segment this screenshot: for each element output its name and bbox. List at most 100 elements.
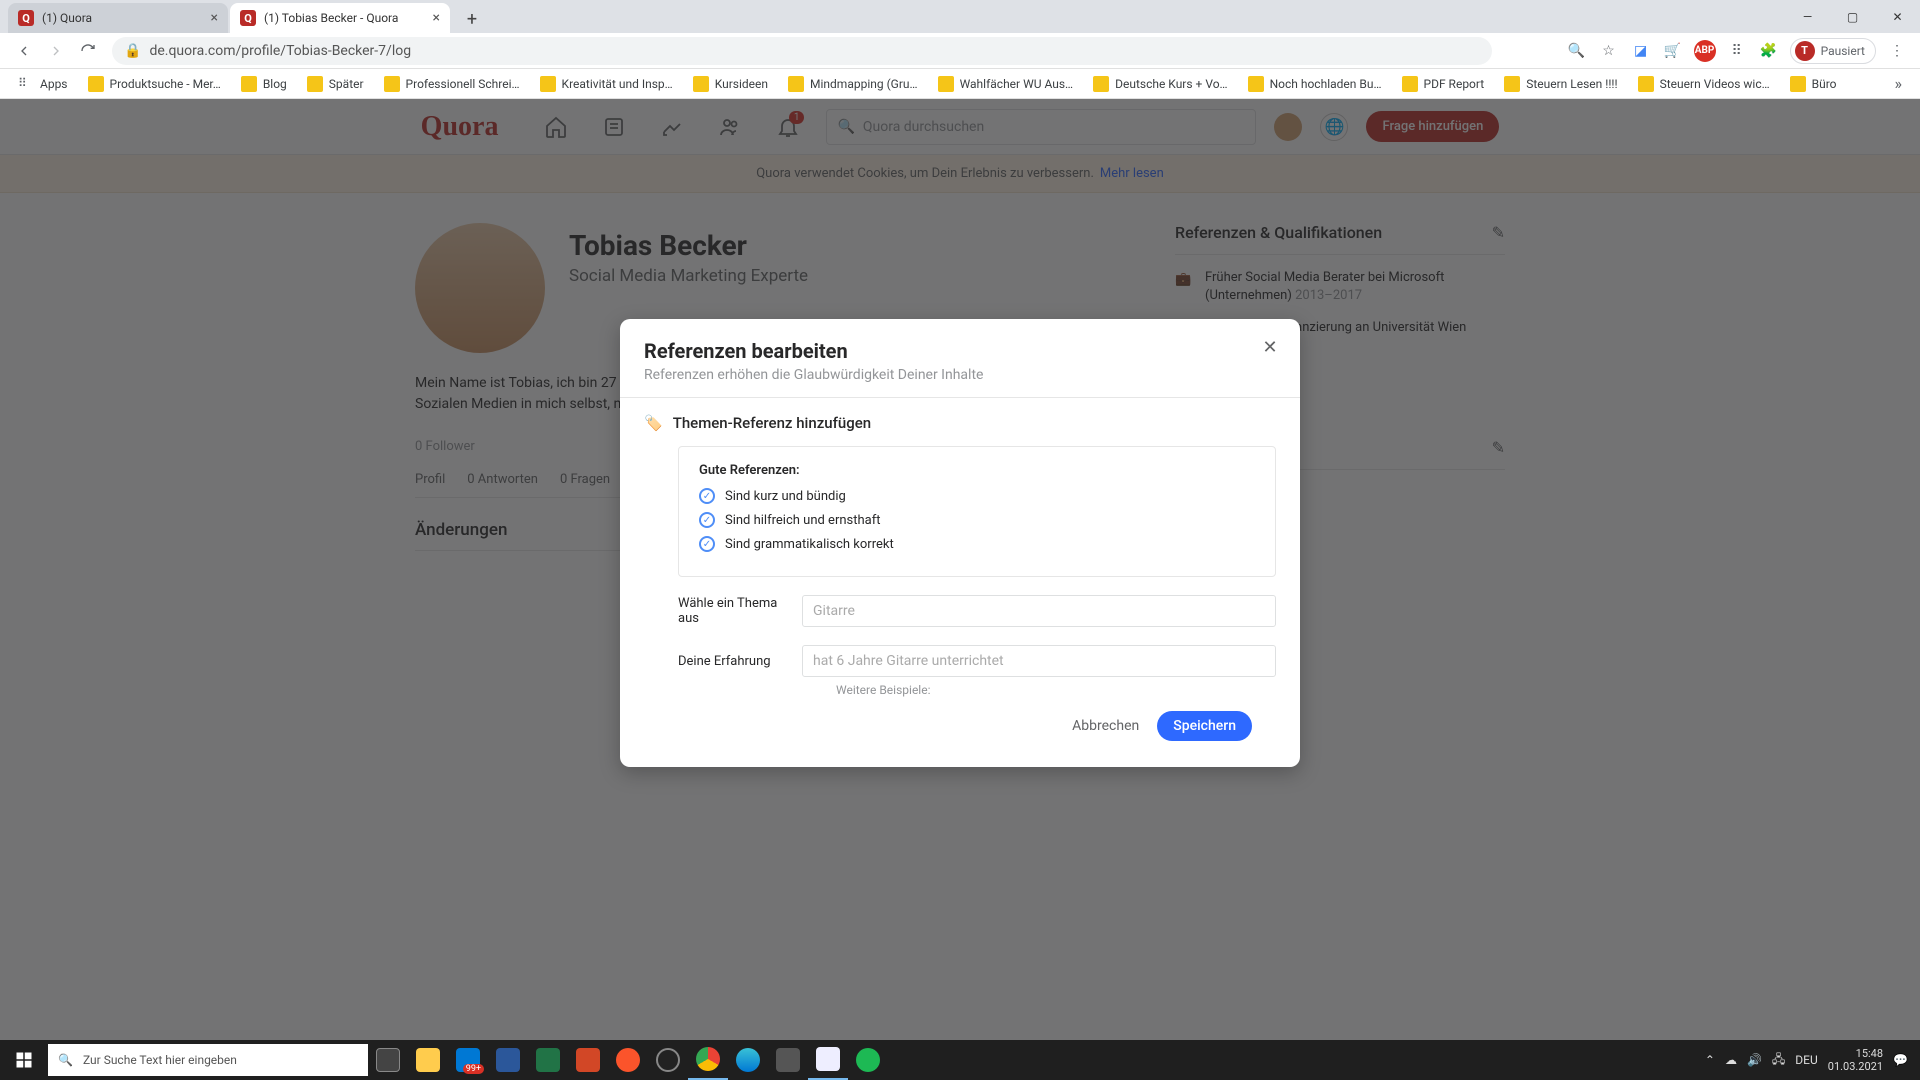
bookmark-star-icon[interactable]: ☆ xyxy=(1598,40,1620,62)
window-minimize[interactable]: — xyxy=(1785,0,1830,33)
apps-icon: ⠿ xyxy=(18,76,34,92)
browser-tab-active[interactable]: Q (1) Tobias Becker - Quora × xyxy=(230,3,450,33)
reader-icon[interactable] xyxy=(768,1040,808,1080)
check-icon: ✓ xyxy=(699,512,715,528)
modal-close-button[interactable]: ✕ xyxy=(1256,333,1284,361)
browser-tab[interactable]: Q (1) Quora × xyxy=(8,3,228,33)
folder-icon xyxy=(384,76,400,92)
topic-icon: 🏷️ xyxy=(644,414,663,432)
window-close[interactable]: ✕ xyxy=(1875,0,1920,33)
bookmark-item[interactable]: Noch hochladen Bu… xyxy=(1240,72,1390,96)
bookmark-item[interactable]: Kreativität und Insp… xyxy=(532,72,681,96)
bookmark-item[interactable]: Büro xyxy=(1782,72,1845,96)
topic-input[interactable] xyxy=(802,595,1276,627)
tray-wifi-icon[interactable]: 🖧 xyxy=(1772,1050,1785,1071)
url-text: de.quora.com/profile/Tobias-Becker-7/log xyxy=(149,43,411,59)
page-viewport: Quora 1 🔍 Quora durchsuchen 🌐 Frage hinz… xyxy=(0,99,1920,1040)
tab-title: (1) Quora xyxy=(42,11,92,25)
extension-qr-icon[interactable]: ⠿ xyxy=(1726,40,1748,62)
bookmark-item[interactable]: Wahlfächer WU Aus… xyxy=(930,72,1082,96)
zoom-icon[interactable]: 🔍 xyxy=(1566,40,1588,62)
add-topic-heading: 🏷️ Themen-Referenz hinzufügen xyxy=(644,414,1276,432)
bookmark-item[interactable]: Blog xyxy=(233,72,295,96)
start-button[interactable] xyxy=(0,1040,48,1080)
nav-reload-button[interactable] xyxy=(74,37,102,65)
check-icon: ✓ xyxy=(699,488,715,504)
taskbar-search[interactable]: 🔍 Zur Suche Text hier eingeben xyxy=(48,1044,368,1076)
obs-icon[interactable] xyxy=(648,1040,688,1080)
lock-icon: 🔒 xyxy=(124,43,141,59)
window-maximize[interactable]: ▢ xyxy=(1830,0,1875,33)
modal-subtitle: Referenzen erhöhen die Glaubwürdigkeit D… xyxy=(644,367,1276,383)
bookmark-item[interactable]: Kursideen xyxy=(685,72,776,96)
nav-back-button[interactable] xyxy=(10,37,38,65)
folder-icon xyxy=(1504,76,1520,92)
tray-volume-icon[interactable]: 🔊 xyxy=(1747,1053,1762,1067)
cancel-button[interactable]: Abbrechen xyxy=(1072,718,1139,734)
tray-cloud-icon[interactable]: ☁ xyxy=(1725,1053,1737,1067)
close-icon[interactable]: × xyxy=(211,10,218,26)
bookmark-item[interactable]: Produktsuche - Mer… xyxy=(80,72,229,96)
tips-box: Gute Referenzen: ✓Sind kurz und bündig ✓… xyxy=(678,446,1276,577)
word-icon[interactable] xyxy=(488,1040,528,1080)
window-controls: — ▢ ✕ xyxy=(1785,0,1920,33)
brave-icon[interactable] xyxy=(608,1040,648,1080)
search-icon: 🔍 xyxy=(58,1053,73,1067)
tray-clock[interactable]: 15:48 01.03.2021 xyxy=(1828,1047,1883,1073)
check-icon: ✓ xyxy=(699,536,715,552)
spotify-icon[interactable] xyxy=(848,1040,888,1080)
tip-item: ✓Sind grammatikalisch korrekt xyxy=(699,536,1255,552)
profile-avatar-icon: T xyxy=(1795,41,1815,61)
bookmark-item[interactable]: Professionell Schrei… xyxy=(376,72,528,96)
browser-menu-icon[interactable]: ⋮ xyxy=(1886,40,1908,62)
folder-icon xyxy=(1638,76,1654,92)
new-tab-button[interactable]: + xyxy=(458,5,486,33)
bookmarks-bar: ⠿Apps Produktsuche - Mer…BlogSpäterProfe… xyxy=(0,69,1920,99)
bookmark-item[interactable]: Später xyxy=(299,72,372,96)
browser-toolbar: 🔒 de.quora.com/profile/Tobias-Becker-7/l… xyxy=(0,33,1920,69)
folder-icon xyxy=(540,76,556,92)
save-button[interactable]: Speichern xyxy=(1157,711,1252,741)
edge-icon[interactable] xyxy=(728,1040,768,1080)
browser-profile-button[interactable]: T Pausiert xyxy=(1790,38,1876,64)
folder-icon xyxy=(1093,76,1109,92)
powerpoint-icon[interactable] xyxy=(568,1040,608,1080)
more-examples-label: Weitere Beispiele: xyxy=(836,683,1276,697)
bookmarks-overflow[interactable]: » xyxy=(1887,70,1911,97)
apps-button[interactable]: ⠿Apps xyxy=(10,72,76,96)
tray-notifications-icon[interactable]: 💬 xyxy=(1893,1053,1908,1067)
extension-cart-icon[interactable]: 🛒 xyxy=(1662,40,1684,62)
edit-credentials-modal: Referenzen bearbeiten Referenzen erhöhen… xyxy=(620,319,1300,767)
profile-state: Pausiert xyxy=(1821,44,1865,58)
extensions-puzzle-icon[interactable]: 🧩 xyxy=(1758,40,1780,62)
address-bar[interactable]: 🔒 de.quora.com/profile/Tobias-Becker-7/l… xyxy=(112,37,1492,65)
experience-input[interactable] xyxy=(802,645,1276,677)
folder-icon xyxy=(1790,76,1806,92)
modal-overlay[interactable]: Referenzen bearbeiten Referenzen erhöhen… xyxy=(0,99,1920,1040)
bookmark-item[interactable]: Deutsche Kurs + Vo… xyxy=(1085,72,1235,96)
extension-icon[interactable]: ◪ xyxy=(1630,40,1652,62)
mail-icon[interactable]: 99+ xyxy=(448,1040,488,1080)
bookmark-item[interactable]: PDF Report xyxy=(1394,72,1493,96)
explorer-icon[interactable] xyxy=(408,1040,448,1080)
bookmark-item[interactable]: Mindmapping (Gru… xyxy=(780,72,926,96)
tray-language[interactable]: DEU xyxy=(1795,1053,1817,1067)
quora-favicon: Q xyxy=(18,10,34,26)
task-view-icon[interactable] xyxy=(368,1040,408,1080)
folder-icon xyxy=(88,76,104,92)
adblock-icon[interactable]: ABP xyxy=(1694,40,1716,62)
folder-icon xyxy=(1402,76,1418,92)
excel-icon[interactable] xyxy=(528,1040,568,1080)
bookmark-item[interactable]: Steuern Videos wic… xyxy=(1630,72,1778,96)
chrome-icon[interactable] xyxy=(688,1040,728,1080)
bookmark-item[interactable]: Steuern Lesen !!!! xyxy=(1496,72,1625,96)
tray-chevron-icon[interactable]: ⌃ xyxy=(1705,1053,1715,1067)
folder-icon xyxy=(693,76,709,92)
tips-heading: Gute Referenzen: xyxy=(699,463,1255,478)
notepad-icon[interactable] xyxy=(808,1040,848,1080)
folder-icon xyxy=(307,76,323,92)
close-icon[interactable]: × xyxy=(433,10,440,26)
taskbar-search-placeholder: Zur Suche Text hier eingeben xyxy=(83,1053,237,1067)
nav-forward-button[interactable] xyxy=(42,37,70,65)
browser-tabstrip: Q (1) Quora × Q (1) Tobias Becker - Quor… xyxy=(0,0,1920,33)
